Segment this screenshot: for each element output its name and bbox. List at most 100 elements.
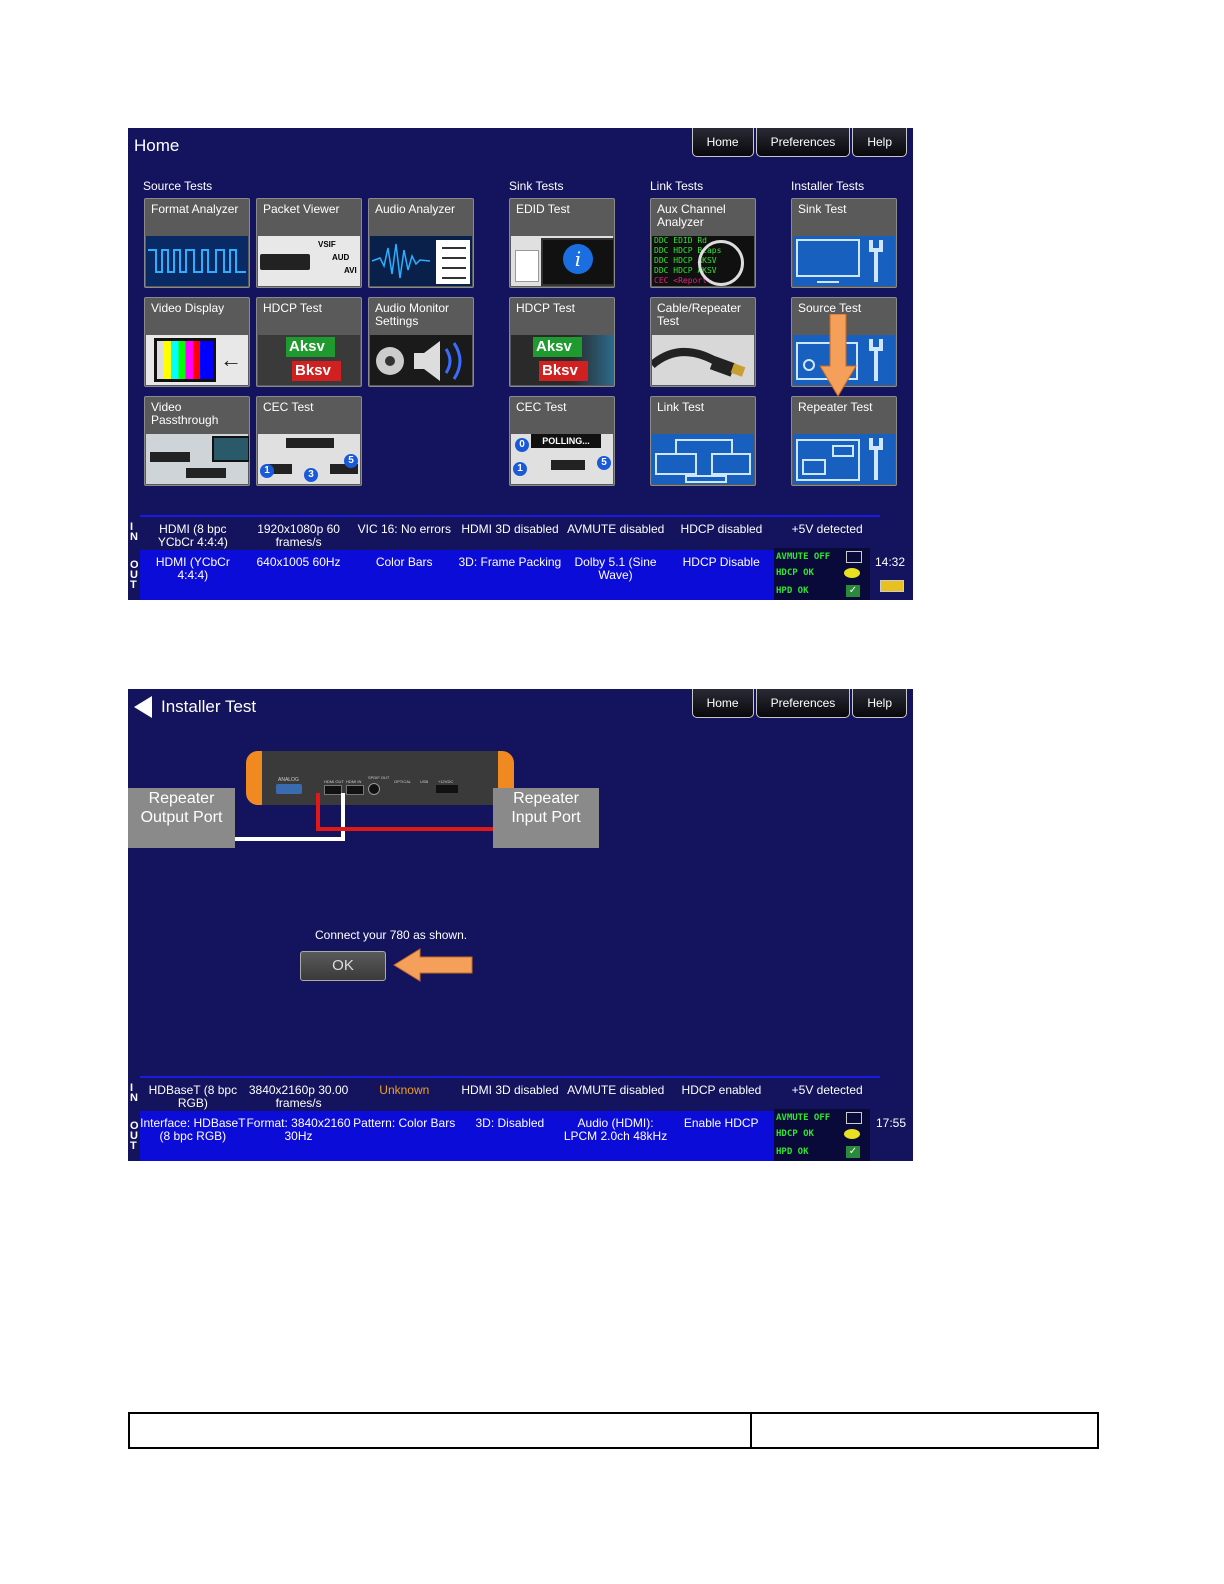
cable-repeater-test-tile[interactable]: Cable/Repeater Test xyxy=(650,297,756,387)
link-tests-heading: Link Tests xyxy=(650,179,704,193)
packet-viewer-tile[interactable]: Packet Viewer VSIF AUD AVI xyxy=(256,198,362,288)
repeater-test-tile[interactable]: Repeater Test xyxy=(791,396,897,486)
out-format[interactable]: 640x1005 60Hz xyxy=(246,550,352,600)
table-divider xyxy=(750,1414,752,1447)
out-label: OUT xyxy=(130,559,139,591)
orange-left-arrow-icon xyxy=(393,948,473,982)
help-button[interactable]: Help xyxy=(852,128,907,157)
installer-tests-heading: Installer Tests xyxy=(791,179,865,193)
out-hdcp[interactable]: HDCP Disable xyxy=(668,550,774,600)
in-avmute: AVMUTE disabled xyxy=(567,1083,665,1097)
link-test-tile[interactable]: Link Test xyxy=(650,396,756,486)
blueprint-link-icon xyxy=(652,434,754,484)
in-avmute: AVMUTE disabled xyxy=(567,522,665,536)
video-passthrough-tile[interactable]: Video Passthrough xyxy=(144,396,250,486)
check-icon: ✓ xyxy=(846,585,860,597)
help-button[interactable]: Help xyxy=(852,689,907,718)
clock: 14:32 xyxy=(875,555,906,569)
home-screen: Home Home Preferences Help Source Tests … xyxy=(128,128,913,600)
out-3d[interactable]: 3D: Disabled xyxy=(457,1111,563,1161)
monitor-icon xyxy=(846,1112,862,1124)
passthrough-devices-icon xyxy=(146,434,249,484)
gear-speaker-icon xyxy=(370,335,472,385)
sink-cec-test-tile[interactable]: CEC Test POLLING... 0 1 5 xyxy=(509,396,615,486)
hdcp-keys-icon: Aksv Bksv xyxy=(511,335,613,385)
out-hdcp[interactable]: Enable HDCP xyxy=(668,1111,774,1161)
avmute-status: AVMUTE OFF xyxy=(776,552,831,562)
input-status-row: HDBaseT (8 bpc RGB) 3840x2160p 30.00 fra… xyxy=(140,1076,880,1112)
in-3d: HDMI 3D disabled xyxy=(461,1083,559,1097)
hpd-status: HPD OK xyxy=(776,1147,809,1157)
out-pattern[interactable]: Pattern: Color Bars xyxy=(351,1111,457,1161)
waveform-icon xyxy=(146,236,248,286)
preferences-button[interactable]: Preferences xyxy=(755,689,851,718)
in-format: 1920x1080p 60 frames/s xyxy=(257,522,340,549)
audio-analyzer-tile[interactable]: Audio Analyzer xyxy=(368,198,474,288)
out-pattern[interactable]: Color Bars xyxy=(351,550,457,600)
tile-label: CEC Test xyxy=(263,400,314,414)
tile-label: Format Analyzer xyxy=(151,202,239,216)
hdmi-cable-icon xyxy=(651,335,754,385)
out-audio[interactable]: Dolby 5.1 (Sine Wave) xyxy=(563,550,669,600)
video-display-tile[interactable]: Video Display ← xyxy=(144,297,250,387)
sink-test-tile[interactable]: Sink Test xyxy=(791,198,897,288)
tile-label: Audio Monitor Settings xyxy=(375,301,450,328)
page-title: Installer Test xyxy=(161,697,257,716)
out-format[interactable]: Format: 3840x2160 30Hz xyxy=(246,1111,352,1161)
blueprint-tv-icon xyxy=(793,236,895,286)
in-label: IN xyxy=(130,521,138,543)
cec-devices-icon: 1 3 5 xyxy=(258,434,360,484)
out-interface[interactable]: HDMI (YCbCr 4:4:4) xyxy=(140,550,246,600)
sink-hdcp-test-tile[interactable]: HDCP Test Aksv Bksv xyxy=(509,297,615,387)
page-title: Home xyxy=(134,136,180,155)
aux-channel-analyzer-tile[interactable]: Aux Channel Analyzer DDC EDID Rd DDC HDC… xyxy=(650,198,756,288)
tile-label: Sink Test xyxy=(798,202,847,216)
in-interface: HDMI (8 bpc YCbCr 4:4:4) xyxy=(157,522,228,549)
info-monitor-icon: i xyxy=(511,236,614,286)
packet-viewer-icon: VSIF AUD AVI xyxy=(258,236,360,286)
check-icon: ✓ xyxy=(846,1146,860,1158)
home-button[interactable]: Home xyxy=(691,689,754,718)
clock: 17:55 xyxy=(876,1116,907,1130)
hdcp-test-tile[interactable]: HDCP Test Aksv Bksv xyxy=(256,297,362,387)
out-3d[interactable]: 3D: Frame Packing xyxy=(457,550,563,600)
tile-label: Cable/Repeater Test xyxy=(657,301,742,328)
preferences-button[interactable]: Preferences xyxy=(755,128,851,157)
out-audio[interactable]: Audio (HDMI): LPCM 2.0ch 48kHz xyxy=(563,1111,669,1161)
tile-label: Source Test xyxy=(798,301,862,315)
in-hdcp: HDCP enabled xyxy=(681,1083,762,1097)
out-interface[interactable]: Interface: HDBaseT (8 bpc RGB) xyxy=(140,1111,246,1161)
in-vic: VIC 16: No errors xyxy=(357,522,451,536)
cec-test-tile[interactable]: CEC Test 1 3 5 xyxy=(256,396,362,486)
tile-label: Video Display xyxy=(151,301,225,315)
back-arrow-icon[interactable] xyxy=(132,695,154,719)
audio-monitor-settings-tile[interactable]: Audio Monitor Settings xyxy=(368,297,474,387)
white-cable xyxy=(235,837,345,841)
red-cable xyxy=(316,827,494,831)
tile-label: Video Passthrough xyxy=(151,400,219,427)
repeater-input-port-label: Repeater Input Port xyxy=(493,788,599,848)
tile-label: Audio Analyzer xyxy=(375,202,456,216)
status-indicators: AVMUTE OFF HDCP OK HPD OK ✓ xyxy=(774,1109,870,1161)
monitor-icon xyxy=(846,551,862,563)
hdcp-keys-icon: Aksv Bksv xyxy=(258,335,360,385)
hdcp-status: HDCP OK xyxy=(776,1129,814,1139)
key-icon xyxy=(844,1129,860,1139)
tile-label: HDCP Test xyxy=(263,301,322,315)
format-analyzer-tile[interactable]: Format Analyzer xyxy=(144,198,250,288)
avmute-status: AVMUTE OFF xyxy=(776,1113,831,1123)
in-5v: +5V detected xyxy=(791,1083,863,1097)
tile-label: Repeater Test xyxy=(798,400,873,414)
ok-button[interactable]: OK xyxy=(300,951,386,981)
tile-label: Aux Channel Analyzer xyxy=(657,202,726,229)
edid-test-tile[interactable]: EDID Test i xyxy=(509,198,615,288)
battery-icon xyxy=(880,580,904,592)
audio-wave-icon xyxy=(370,236,472,286)
analyzer-device-image: ANALOG HDMI OUT HDMI IN SPDIF OUT OPTICA… xyxy=(246,751,514,805)
in-format: 3840x2160p 30.00 frames/s xyxy=(248,1083,349,1110)
home-button[interactable]: Home xyxy=(691,128,754,157)
blueprint-repeater-icon xyxy=(793,434,895,484)
output-status-row: HDMI (YCbCr 4:4:4) 640x1005 60Hz Color B… xyxy=(140,550,774,600)
in-3d: HDMI 3D disabled xyxy=(461,522,559,536)
color-bars-tv-icon: ← xyxy=(146,335,248,385)
